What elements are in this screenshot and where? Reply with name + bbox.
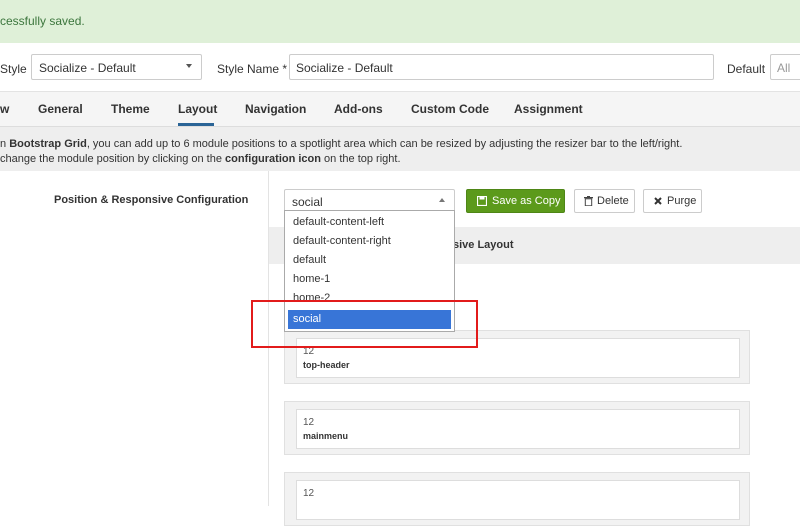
active-tab-indicator — [178, 123, 214, 126]
default-select[interactable]: All — [770, 54, 800, 80]
tab-general[interactable]: General — [38, 102, 83, 116]
layout-row: 12 mainmenu — [284, 401, 750, 455]
chevron-down-icon — [186, 64, 192, 68]
module-position-column[interactable]: 12 — [296, 480, 740, 520]
position-select-value: social — [292, 195, 323, 209]
dropdown-option-label: home-1 — [293, 273, 331, 285]
tab-layout[interactable]: Layout — [178, 102, 217, 116]
tab-overview[interactable]: w — [0, 102, 9, 116]
floppy-disk-icon — [477, 196, 487, 206]
purge-label: Purge — [667, 195, 697, 207]
position-config-label: Position & Responsive Configuration — [54, 194, 249, 206]
layout-help-text: n Bootstrap Grid, you can add up to 6 mo… — [0, 127, 800, 171]
help-line-1-pre: n — [0, 138, 10, 150]
column-width: 12 — [303, 417, 315, 428]
chevron-up-icon — [439, 198, 445, 202]
success-alert: cessfully saved. — [0, 0, 800, 43]
default-select-value: All — [777, 61, 791, 75]
save-as-copy-button[interactable]: Save as Copy — [466, 189, 565, 213]
dropdown-option-label: default-content-right — [293, 235, 391, 247]
tab-custom-code[interactable]: Custom Code — [411, 102, 489, 116]
tab-assignment[interactable]: Assignment — [514, 102, 583, 116]
config-label-column: Position & Responsive Configuration — [0, 171, 269, 506]
help-line-1-bold: Bootstrap Grid — [9, 138, 87, 150]
module-position-column[interactable]: 12 mainmenu — [296, 409, 740, 449]
help-line-1-post: , you can add up to 6 module positions t… — [86, 138, 683, 150]
close-x-icon — [654, 197, 662, 205]
default-label: Default — [727, 62, 766, 76]
module-position-name: mainmenu — [303, 431, 349, 441]
style-select[interactable]: Socialize - Default — [31, 54, 202, 80]
dropdown-option[interactable]: default-content-left — [288, 213, 451, 232]
tab-navigation[interactable]: Navigation — [245, 102, 306, 116]
help-line-1: n Bootstrap Grid, you can add up to 6 mo… — [0, 138, 682, 150]
dropdown-option-label: default-content-left — [293, 216, 385, 228]
dropdown-option[interactable]: default — [288, 251, 451, 270]
dropdown-option[interactable]: home-1 — [288, 270, 451, 289]
style-select-value: Socialize - Default — [39, 61, 136, 75]
tab-theme[interactable]: Theme — [111, 102, 150, 116]
help-line-2-pre: change the module position by clicking o… — [0, 153, 226, 165]
save-as-copy-label: Save as Copy — [492, 195, 561, 207]
tab-addons[interactable]: Add-ons — [334, 102, 383, 116]
style-name-value: Socialize - Default — [296, 61, 393, 75]
purge-button[interactable]: Purge — [643, 189, 702, 213]
dropdown-option[interactable]: default-content-right — [288, 232, 451, 251]
layout-row: 12 — [284, 472, 750, 526]
style-name-input[interactable]: Socialize - Default — [289, 54, 714, 80]
annotation-highlight-box — [251, 300, 478, 348]
position-select[interactable]: social — [284, 189, 455, 212]
delete-button[interactable]: Delete — [574, 189, 635, 213]
module-position-name: top-header — [303, 360, 350, 370]
settings-tabs: w General Theme Layout Navigation Add-on… — [0, 92, 800, 127]
dropdown-option-label: default — [293, 254, 327, 266]
style-name-label: Style Name * — [217, 62, 288, 76]
help-line-2-bold: configuration icon — [225, 153, 321, 165]
help-line-2-post: on the top right. — [321, 153, 401, 165]
help-line-2: change the module position by clicking o… — [0, 153, 401, 165]
style-label: Style — [0, 62, 27, 76]
style-toolbar: Style Socialize - Default Style Name * S… — [0, 43, 800, 92]
column-width: 12 — [303, 488, 315, 499]
delete-label: Delete — [597, 195, 629, 207]
responsive-layout-title: sive Layout — [453, 239, 514, 251]
alert-message: cessfully saved. — [0, 14, 85, 28]
trash-icon — [584, 196, 593, 206]
